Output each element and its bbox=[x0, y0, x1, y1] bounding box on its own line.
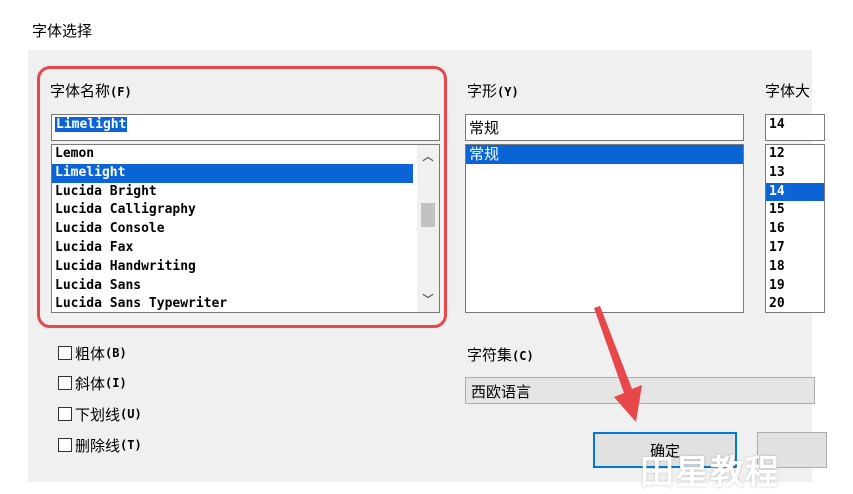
charset-label-text: 字符集 bbox=[467, 346, 513, 364]
font-size-list-item[interactable]: 17 bbox=[766, 239, 824, 258]
font-name-list-item[interactable]: Lucida Fax bbox=[52, 239, 413, 258]
charset-value: 西欧语言 bbox=[471, 383, 532, 401]
font-style-label: 字形(Y) bbox=[467, 80, 519, 101]
effect-accel: (B) bbox=[105, 346, 127, 360]
watermark-logo: 田星教程 bbox=[640, 453, 780, 493]
font-style-list[interactable]: 常规 bbox=[465, 144, 744, 313]
font-size-list-item[interactable]: 14 bbox=[766, 182, 824, 202]
font-size-input[interactable]: 14 bbox=[765, 114, 825, 141]
effect-checkbox-row[interactable]: 粗体 (B) bbox=[58, 342, 127, 364]
dialog-title: 字体选择 bbox=[32, 22, 93, 40]
effect-label: 斜体 bbox=[75, 374, 106, 393]
scroll-down-icon[interactable]: ﹀ bbox=[417, 290, 439, 310]
font-name-list-item[interactable]: Lucida Bright bbox=[52, 183, 413, 202]
font-name-list[interactable]: Lemon Limelight Lucida Bright Lucida Callig… bbox=[51, 144, 440, 313]
font-style-input[interactable]: 常规 bbox=[465, 114, 744, 141]
font-size-label-text: 字体大 bbox=[765, 82, 811, 100]
font-name-list-item[interactable]: Lucida Calligraphy bbox=[52, 201, 413, 220]
checkbox[interactable] bbox=[58, 346, 72, 360]
effect-accel: (U) bbox=[120, 407, 142, 421]
checkbox[interactable] bbox=[58, 376, 72, 390]
font-size-list-item[interactable]: 15 bbox=[766, 201, 824, 220]
effect-accel: (T) bbox=[120, 438, 142, 452]
font-style-accel: (Y) bbox=[497, 85, 519, 99]
checkbox[interactable] bbox=[58, 438, 72, 452]
font-name-list-item[interactable]: Lucida Sans Typewriter bbox=[52, 295, 413, 312]
font-name-input-value: Limelight bbox=[55, 117, 128, 132]
font-name-input[interactable]: Limelight bbox=[51, 114, 440, 141]
font-name-label: 字体名称(F) bbox=[50, 80, 132, 101]
font-name-label-text: 字体名称 bbox=[50, 82, 111, 100]
effect-label: 下划线 bbox=[75, 405, 121, 424]
font-size-list-item[interactable]: 19 bbox=[766, 277, 824, 296]
font-size-list[interactable]: 12 13 14 15 16 17 18 19 20 bbox=[765, 144, 825, 313]
font-size-input-value: 14 bbox=[769, 117, 785, 132]
checkbox[interactable] bbox=[58, 407, 72, 421]
font-size-list-item[interactable]: 20 bbox=[766, 295, 824, 312]
effect-checkbox-row[interactable]: 斜体 (I) bbox=[58, 372, 127, 394]
font-name-scrollbar[interactable]: ︿ ﹀ bbox=[417, 145, 439, 312]
font-size-list-item[interactable]: 16 bbox=[766, 220, 824, 239]
font-style-list-item[interactable]: 常规 bbox=[466, 145, 743, 164]
font-name-list-item[interactable]: Limelight bbox=[52, 163, 413, 183]
font-name-list-item[interactable]: Lucida Sans bbox=[52, 277, 413, 296]
font-size-list-item[interactable]: 13 bbox=[766, 164, 824, 183]
scroll-up-icon[interactable]: ︿ bbox=[417, 147, 439, 167]
effect-accel: (I) bbox=[105, 376, 127, 390]
font-size-label: 字体大 bbox=[765, 80, 810, 101]
font-style-input-value: 常规 bbox=[469, 119, 500, 137]
font-name-list-item[interactable]: Lemon bbox=[52, 145, 413, 164]
font-style-label-text: 字形 bbox=[467, 82, 498, 100]
scroll-thumb[interactable] bbox=[421, 203, 435, 227]
font-name-accel: (F) bbox=[110, 85, 132, 99]
font-size-list-item[interactable]: 12 bbox=[766, 145, 824, 164]
effect-checkbox-row[interactable]: 删除线 (T) bbox=[58, 434, 142, 456]
font-name-list-item[interactable]: Lucida Console bbox=[52, 220, 413, 239]
font-size-list-item[interactable]: 18 bbox=[766, 258, 824, 277]
charset-accel: (C) bbox=[512, 349, 534, 363]
charset-label: 字符集(C) bbox=[467, 344, 534, 365]
font-name-list-item[interactable]: Lucida Handwriting bbox=[52, 258, 413, 277]
effect-checkbox-row[interactable]: 下划线 (U) bbox=[58, 403, 142, 425]
effect-label: 粗体 bbox=[75, 344, 106, 363]
red-arrow-annotation bbox=[594, 306, 642, 422]
effect-label: 删除线 bbox=[75, 436, 121, 455]
